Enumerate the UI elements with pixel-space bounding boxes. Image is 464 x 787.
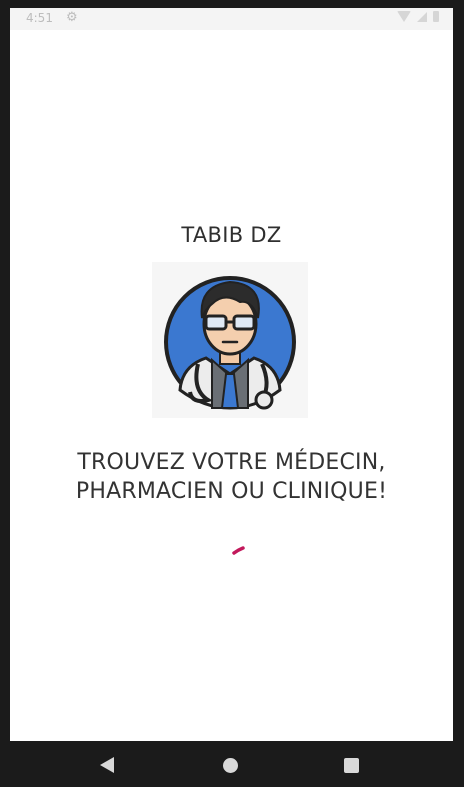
device-frame: 4:51 ⚙ TABIB DZ TROUVEZ VOTRE MÉDECIN, P… [0,0,464,787]
app-screen: 4:51 ⚙ TABIB DZ TROUVEZ VOTRE MÉDECIN, P… [10,8,453,741]
back-triangle-icon[interactable] [100,757,114,773]
battery-icon [433,11,439,22]
navigation-bar [0,741,464,787]
tie [220,373,240,409]
tagline-line-2: PHARMACIEN OU CLINIQUE! [75,479,388,504]
signal-icon [417,11,427,22]
home-circle-icon[interactable] [223,758,238,773]
gear-icon: ⚙ [66,10,78,25]
status-icons [397,11,439,22]
spinner-icon [232,546,245,555]
doctor-avatar-icon [152,262,308,418]
tagline-line-1: TROUVEZ VOTRE MÉDECIN, [77,450,386,475]
glasses-right [232,314,256,331]
wifi-icon [397,11,411,22]
stethoscope-head [254,390,274,410]
doctor-avatar-svg [152,262,308,418]
spinner-arc [232,546,245,555]
status-time: 4:51 [26,11,53,25]
status-bar: 4:51 ⚙ [10,8,453,30]
app-title: TABIB DZ [181,223,282,247]
tagline: TROUVEZ VOTRE MÉDECIN, PHARMACIEN OU CLI… [10,448,453,506]
glasses-left [204,314,228,331]
loading-spinner [230,540,252,562]
recents-square-icon[interactable] [344,758,359,773]
